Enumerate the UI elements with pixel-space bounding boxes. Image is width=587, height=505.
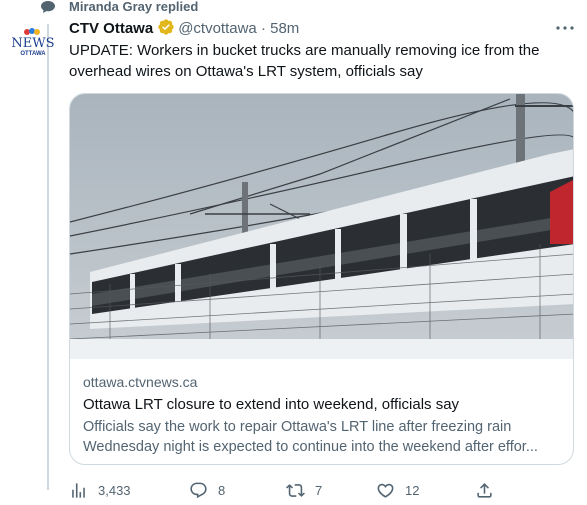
- verified-badge-icon: [158, 19, 174, 35]
- retweet-button[interactable]: 7: [286, 479, 322, 501]
- views-icon: [72, 482, 85, 498]
- avatar-logo-line1: NEWS: [11, 36, 54, 51]
- tweet-timestamp[interactable]: 58m: [270, 20, 299, 37]
- link-card[interactable]: ottawa.ctvnews.ca Ottawa LRT closure to …: [69, 93, 574, 465]
- reply-context: Miranda Gray replied: [0, 0, 587, 18]
- card-title: Ottawa LRT closure to extend into weeken…: [83, 396, 460, 413]
- share-icon: [477, 482, 492, 498]
- reply-context-text[interactable]: Miranda Gray replied: [69, 0, 198, 14]
- reply-button[interactable]: 8: [189, 479, 225, 501]
- tweet-actions: 3,433 8 7 12: [69, 479, 579, 501]
- separator-dot: ·: [260, 20, 266, 37]
- tweet-text: UPDATE: Workers in bucket trucks are man…: [69, 42, 540, 80]
- more-options-icon[interactable]: [553, 18, 577, 38]
- author-handle[interactable]: @ctvottawa: [178, 20, 257, 37]
- share-button[interactable]: [475, 479, 504, 501]
- retweet-icon: [286, 483, 305, 497]
- tweet-header: CTV Ottawa @ctvottawa · 58m: [69, 18, 579, 38]
- reply-bubble-icon: [41, 1, 55, 13]
- retweet-count: 7: [315, 482, 323, 498]
- like-button[interactable]: 12: [376, 479, 419, 501]
- card-description-line2: Wednesday night is expected to continue …: [83, 439, 538, 455]
- card-description: Officials say the work to repair Ottawa'…: [83, 417, 563, 457]
- ctv-logo-icon: [24, 28, 40, 35]
- views-count: 3,433: [98, 482, 131, 498]
- like-count: 12: [405, 482, 420, 498]
- thread-line: [47, 24, 49, 490]
- reply-icon: [190, 482, 207, 498]
- avatar[interactable]: NEWS OTTAWA: [11, 27, 55, 67]
- lrt-train-photo: [70, 94, 573, 359]
- avatar-logo-line2: OTTAWA: [20, 51, 46, 57]
- card-description-line1: Officials say the work to repair Ottawa'…: [83, 419, 512, 435]
- reply-count: 8: [218, 482, 226, 498]
- card-domain: ottawa.ctvnews.ca: [83, 374, 198, 390]
- heart-icon: [377, 483, 394, 498]
- views-button[interactable]: 3,433: [69, 479, 131, 501]
- author-name[interactable]: CTV Ottawa: [69, 20, 153, 37]
